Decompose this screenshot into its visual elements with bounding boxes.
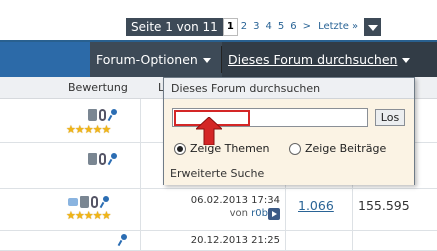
thread-status-icons <box>68 196 110 208</box>
column-rating[interactable]: Bewertung <box>68 81 128 94</box>
last-post-date: 06.02.2013 17:34 <box>190 195 280 206</box>
column-divider <box>140 189 141 230</box>
trash-icon <box>88 153 97 165</box>
column-divider <box>285 189 286 230</box>
pin-icon <box>108 109 118 121</box>
forum-options-menu[interactable]: Forum-Optionen <box>96 42 211 77</box>
forum-options-label: Forum-Optionen <box>96 52 198 67</box>
chevron-down-icon <box>202 58 211 63</box>
advanced-search-link[interactable]: Erweiterte Suche <box>170 167 264 180</box>
radio-unselected-icon <box>289 142 301 155</box>
paperclip-icon <box>99 109 106 121</box>
radio-show-posts[interactable]: Zeige Beiträge <box>289 142 386 155</box>
rating-stars: ★★★★★ <box>66 209 111 222</box>
last-page-link[interactable]: Letzte » <box>314 18 362 36</box>
column-divider <box>140 143 141 188</box>
page-4-link[interactable]: 4 <box>263 18 275 36</box>
trash-icon <box>88 109 97 121</box>
column-divider <box>352 189 353 230</box>
trash-icon <box>80 196 89 208</box>
thread-status-icons <box>118 234 128 246</box>
page-menu-dropdown-icon[interactable] <box>364 18 382 36</box>
page-1-link[interactable]: 1 <box>222 18 238 36</box>
search-forum-label: Dieses Forum durchsuchen <box>228 52 398 67</box>
go-to-last-post-icon[interactable] <box>268 208 280 220</box>
pin-icon <box>118 234 128 246</box>
last-post-author: von r0b <box>176 208 268 219</box>
radio-posts-label: Zeige Beiträge <box>305 142 387 155</box>
search-forum-menu[interactable]: Dieses Forum durchsuchen <box>222 42 437 77</box>
table-row: 20.12.2013 21:25 <box>0 231 437 251</box>
paperclip-icon <box>91 196 98 208</box>
pagination: Seite 1 von 11 1 2 3 4 5 6 > Letzte » <box>126 18 382 36</box>
page-3-link[interactable]: 3 <box>250 18 262 36</box>
by-prefix: von <box>229 208 248 219</box>
radio-selected-icon <box>174 142 186 155</box>
next-page-link[interactable]: > <box>300 18 314 36</box>
page-5-link[interactable]: 5 <box>275 18 287 36</box>
chevron-down-icon <box>402 58 411 63</box>
table-row: ★★★★★ 06.02.2013 17:34 von r0b 1.066 155… <box>0 189 437 231</box>
thread-status-icons <box>88 109 118 121</box>
tag-icon <box>68 198 78 206</box>
column-divider <box>140 99 141 142</box>
replies-count-link[interactable]: 1.066 <box>298 198 334 213</box>
page-count-label: Seite 1 von 11 <box>126 18 223 36</box>
views-count: 155.595 <box>358 198 410 213</box>
go-button[interactable]: Los <box>375 109 405 126</box>
pin-icon <box>100 196 110 208</box>
pin-icon <box>108 153 118 165</box>
red-arrow-icon <box>196 117 222 145</box>
rating-stars: ★★★★★ <box>66 123 111 136</box>
page-6-link[interactable]: 6 <box>287 18 299 36</box>
thread-status-icons <box>88 153 118 165</box>
author-link[interactable]: r0b <box>251 208 268 219</box>
paperclip-icon <box>99 153 106 165</box>
toolbar-accent <box>0 42 90 77</box>
popup-title: Dieses Forum durchsuchen <box>164 78 414 99</box>
page-2-link[interactable]: 2 <box>238 18 250 36</box>
forum-toolbar: Forum-Optionen Dieses Forum durchsuchen <box>0 40 437 77</box>
